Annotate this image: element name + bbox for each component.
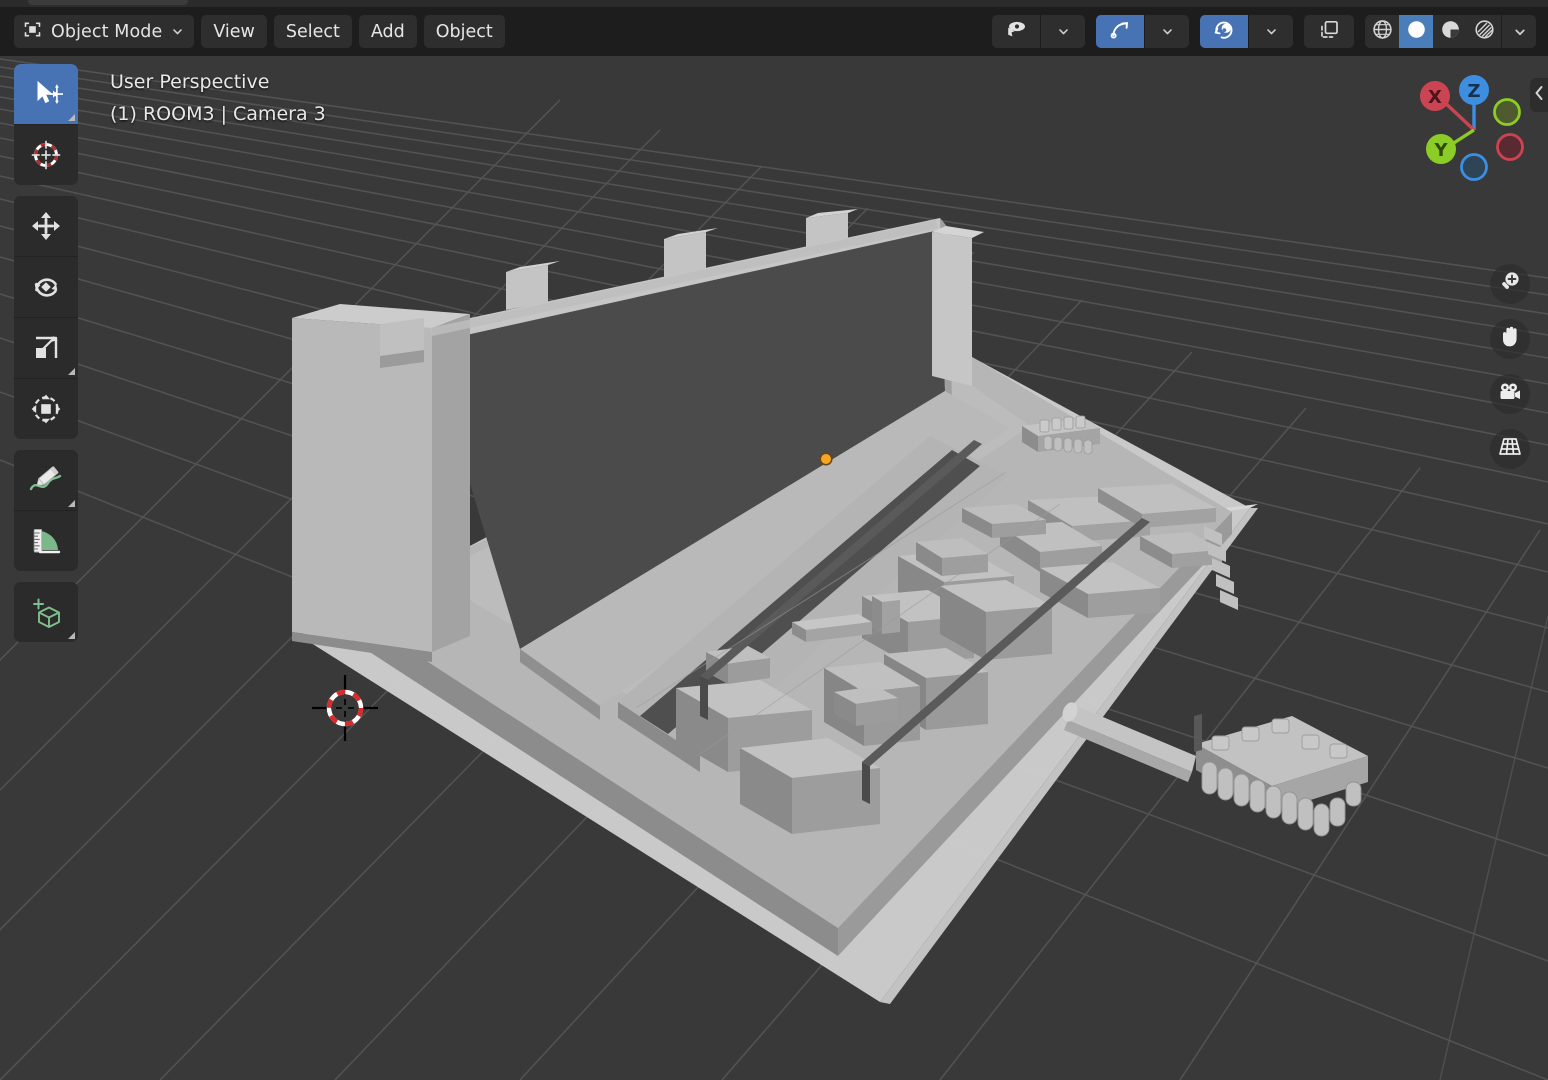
view-menu[interactable]: View	[201, 15, 267, 48]
measure-tool[interactable]	[14, 510, 78, 571]
viewport-header: Object Mode View Select Add Object	[0, 7, 1548, 56]
tweak-select-box-tool[interactable]	[14, 64, 78, 124]
add-menu-label: Add	[370, 21, 405, 42]
snap-dropdown[interactable]	[1144, 15, 1189, 48]
proportional-editing-icon	[1213, 19, 1235, 45]
toolbar-group-annotate	[14, 450, 78, 571]
solid-sphere-icon	[1405, 18, 1428, 45]
object-origin-point	[819, 452, 833, 466]
wireframe-shading-button[interactable]	[1365, 15, 1399, 48]
snap-magnet-icon	[1109, 19, 1131, 44]
gizmo-axis-neg-z	[1460, 153, 1488, 181]
snap-group	[1096, 15, 1189, 48]
tool-submenu-corner-icon	[68, 114, 75, 121]
object-mode-icon	[23, 20, 42, 44]
object-visibility-dropdown[interactable]	[1040, 15, 1085, 48]
rendered-shading-button[interactable]	[1467, 15, 1501, 48]
perspective-grid-icon	[1497, 434, 1523, 464]
shading-dropdown[interactable]	[1501, 15, 1536, 48]
viewport-nav-buttons	[1490, 264, 1530, 469]
add-cube-tool[interactable]	[14, 582, 78, 642]
material-preview-shading-button[interactable]	[1433, 15, 1467, 48]
toggle-perspective-button[interactable]	[1490, 429, 1530, 469]
add-menu[interactable]: Add	[358, 15, 417, 48]
gizmo-axis-neg-y	[1493, 98, 1521, 126]
object-menu-label: Object	[435, 21, 493, 42]
toolbar-group-add	[14, 582, 78, 642]
panel-tab-stub	[28, 0, 188, 5]
chevron-down-icon	[1161, 25, 1174, 38]
object-visibility-group	[992, 15, 1085, 48]
chevron-left-icon	[1533, 85, 1545, 105]
sidebar-toggle[interactable]	[1530, 78, 1548, 112]
hand-pan-icon	[1497, 324, 1523, 354]
object-menu[interactable]: Object	[423, 15, 505, 48]
chevron-down-icon	[171, 25, 184, 38]
chevron-down-icon	[1513, 25, 1526, 38]
scale-tool[interactable]	[14, 317, 78, 378]
chevron-down-icon	[1057, 25, 1070, 38]
transform-tool[interactable]	[14, 378, 78, 439]
transform-orientation-icon	[1319, 19, 1340, 44]
svg-text:Z: Z	[1467, 81, 1480, 102]
pan-button[interactable]	[1490, 319, 1530, 359]
proportional-editing-dropdown[interactable]	[1248, 15, 1293, 48]
editor-top-edge	[0, 0, 1548, 7]
solid-shading-button[interactable]	[1399, 15, 1433, 48]
tool-submenu-corner-icon	[68, 368, 75, 375]
viewport-shading-group	[1365, 15, 1536, 48]
proportional-editing-button[interactable]	[1200, 15, 1248, 48]
object-visibility-icon	[1005, 20, 1027, 44]
proportional-editing-group	[1200, 15, 1293, 48]
viewport-canvas[interactable]: User Perspective (1) ROOM3 | Camera 3 Z …	[0, 56, 1548, 1080]
tool-submenu-corner-icon	[68, 500, 75, 507]
mode-selector[interactable]: Object Mode	[14, 15, 195, 48]
zoom-in-icon	[1497, 269, 1523, 299]
navigation-gizmo[interactable]: Z X Y	[1408, 64, 1540, 196]
viewport-toolbar	[14, 64, 78, 653]
mode-label: Object Mode	[51, 21, 163, 42]
svg-text:Y: Y	[1433, 140, 1448, 161]
gizmo-axis-neg-x	[1496, 133, 1524, 161]
select-menu-label: Select	[285, 21, 340, 42]
cursor-tool[interactable]	[14, 124, 78, 185]
toolbar-group-select	[14, 64, 78, 185]
tool-submenu-corner-icon	[68, 632, 75, 639]
blender-3d-viewport-window: Object Mode View Select Add Object User …	[0, 0, 1548, 1080]
toolbar-group-transform	[14, 196, 78, 439]
rotate-tool[interactable]	[14, 256, 78, 317]
wireframe-icon	[1371, 18, 1394, 45]
move-tool[interactable]	[14, 196, 78, 256]
camera-icon	[1497, 379, 1523, 409]
object-visibility-button[interactable]	[992, 15, 1040, 48]
transform-pivot-button[interactable]	[1304, 15, 1354, 48]
camera-view-button[interactable]	[1490, 374, 1530, 414]
annotate-tool[interactable]	[14, 450, 78, 510]
chevron-down-icon	[1265, 25, 1278, 38]
snap-toggle-button[interactable]	[1096, 15, 1144, 48]
select-menu[interactable]: Select	[273, 15, 352, 48]
svg-text:X: X	[1428, 87, 1442, 108]
rendered-icon	[1473, 18, 1496, 45]
zoom-button[interactable]	[1490, 264, 1530, 304]
view-menu-label: View	[213, 21, 255, 42]
material-preview-icon	[1439, 18, 1462, 45]
